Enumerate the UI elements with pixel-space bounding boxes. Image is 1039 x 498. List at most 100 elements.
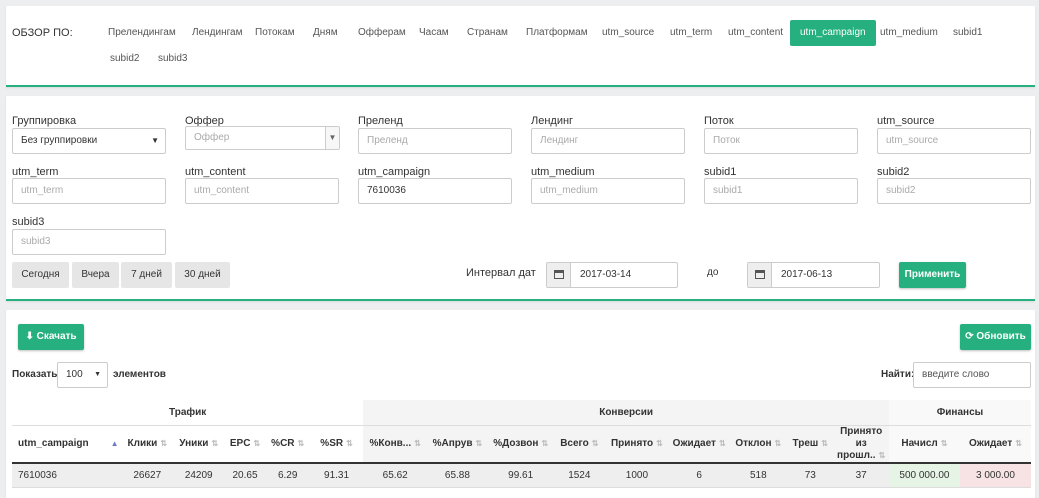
utm-content-input[interactable]: utm_content <box>185 178 339 204</box>
download-label: Скачать <box>36 331 77 342</box>
utm-term-label: utm_term <box>12 166 59 178</box>
filters-card: Группировка Без группировки ▼ Оффер Оффе… <box>6 96 1035 301</box>
utm-source-input[interactable]: utm_source <box>877 128 1031 154</box>
tab-landings[interactable]: Лендингам <box>182 20 252 46</box>
utm-content-label: utm_content <box>185 166 246 178</box>
cell-accepted-prev: 37 <box>833 463 889 488</box>
sort-icon: ⇅ <box>475 438 483 448</box>
page-size-value: 100 <box>66 369 83 380</box>
utm-term-input[interactable]: utm_term <box>12 178 166 204</box>
tab-subid3[interactable]: subid3 <box>148 46 197 72</box>
tab-subid2[interactable]: subid2 <box>100 46 149 72</box>
download-button[interactable]: ⬇ Скачать <box>18 324 84 350</box>
cell-uniques: 24209 <box>173 463 225 488</box>
overview-card: ОБЗОР ПО: Прелендингам Лендингам Потокам… <box>6 6 1035 87</box>
stream-label: Поток <box>704 115 734 127</box>
col-pending[interactable]: Ожидает ⇅ <box>668 425 730 464</box>
col-utm-campaign[interactable]: utm_campaign ▲ <box>12 425 122 464</box>
tab-offers[interactable]: Офферам <box>348 20 416 46</box>
sort-icon: ⇅ <box>253 438 261 448</box>
col-cr[interactable]: %CR ⇅ <box>265 425 310 464</box>
refresh-icon: ⟳ <box>965 331 974 342</box>
col-approve[interactable]: %Апрув ⇅ <box>427 425 488 464</box>
utm-medium-input[interactable]: utm_medium <box>531 178 685 204</box>
utm-medium-label: utm_medium <box>531 166 595 178</box>
search-input[interactable]: введите слово <box>913 362 1031 388</box>
tab-subid1[interactable]: subid1 <box>943 20 992 46</box>
tab-utm-content[interactable]: utm_content <box>718 20 793 46</box>
tab-countries[interactable]: Странам <box>457 20 518 46</box>
sort-icon: ⇅ <box>346 438 353 448</box>
col-clicks[interactable]: Клики ⇅ <box>121 425 173 464</box>
tab-utm-source[interactable]: utm_source <box>592 20 664 46</box>
sort-icon: ⇅ <box>591 438 599 448</box>
cell-accrued: 500 000.00 <box>888 463 960 488</box>
date-from-addon[interactable] <box>547 263 571 287</box>
chevron-down-icon: ▼ <box>151 136 159 145</box>
page-size-select[interactable]: 100 ▼ <box>57 362 108 388</box>
subid3-label: subid3 <box>12 216 45 228</box>
report-card: ⬇ Скачать ⟳ Обновить Показать 100 ▼ элем… <box>6 310 1035 498</box>
yesterday-button[interactable]: Вчера <box>72 262 119 288</box>
apply-button[interactable]: Применить <box>899 262 966 288</box>
col-dial[interactable]: %Дозвон ⇅ <box>487 425 554 464</box>
tab-utm-medium[interactable]: utm_medium <box>870 20 948 46</box>
cell-dial: 99.61 <box>487 463 554 488</box>
grouping-value: Без группировки <box>21 135 98 146</box>
table-row[interactable]: 7610036 26627 24209 20.65 6.29 91.31 65.… <box>12 463 1031 488</box>
tab-utm-campaign[interactable]: utm_campaign <box>790 20 876 46</box>
col-uniques[interactable]: Уники ⇅ <box>173 425 225 464</box>
sort-icon: ⇅ <box>1015 438 1022 448</box>
offer-combobox[interactable]: Оффер ▼ <box>185 126 340 150</box>
col-total[interactable]: Всего ⇅ <box>553 425 606 464</box>
subid1-input[interactable]: subid1 <box>704 178 858 204</box>
tab-prelandings[interactable]: Прелендингам <box>98 20 186 46</box>
chevron-down-icon[interactable]: ▼ <box>325 127 339 149</box>
tab-days[interactable]: Дням <box>303 20 348 46</box>
tab-utm-term[interactable]: utm_term <box>660 20 722 46</box>
subid2-label: subid2 <box>877 166 910 178</box>
tab-hours[interactable]: Часам <box>409 20 459 46</box>
date-from-field[interactable]: 2017-03-14 <box>546 262 678 288</box>
utm-campaign-input[interactable]: 7610036 <box>358 178 512 204</box>
utm-source-label: utm_source <box>877 115 935 127</box>
tab-streams[interactable]: Потокам <box>245 20 305 46</box>
col-accepted[interactable]: Принято ⇅ <box>605 425 669 464</box>
month-button[interactable]: 30 дней <box>175 262 230 288</box>
report-table: Трафик Конверсии Финансы utm_campaign ▲ К… <box>12 400 1031 488</box>
date-to-field[interactable]: 2017-06-13 <box>747 262 880 288</box>
utm-campaign-label: utm_campaign <box>358 166 431 178</box>
subid2-input[interactable]: subid2 <box>877 178 1031 204</box>
col-accrued[interactable]: Начисл ⇅ <box>888 425 960 464</box>
col-conv[interactable]: %Конв... ⇅ <box>363 425 428 464</box>
landing-input[interactable]: Лендинг <box>531 128 685 154</box>
week-button[interactable]: 7 дней <box>121 262 172 288</box>
refresh-button[interactable]: ⟳ Обновить <box>960 324 1031 350</box>
col-epc[interactable]: EPC ⇅ <box>224 425 266 464</box>
calendar-icon <box>554 270 564 279</box>
cell-conv: 65.62 <box>363 463 428 488</box>
date-to-addon[interactable] <box>748 263 772 287</box>
today-button[interactable]: Сегодня <box>12 262 69 288</box>
col-sr[interactable]: %SR ⇅ <box>309 425 364 464</box>
sort-icon: ⇅ <box>656 438 663 448</box>
cell-trash: 73 <box>787 463 834 488</box>
calendar-icon <box>755 270 765 279</box>
tab-platforms[interactable]: Платформам <box>516 20 598 46</box>
chevron-down-icon: ▼ <box>94 371 101 378</box>
col-accepted-prev[interactable]: Принято из прошл.. ⇅ <box>833 425 889 464</box>
sort-icon: ⇅ <box>821 438 828 448</box>
col-trash[interactable]: Треш ⇅ <box>787 425 834 464</box>
stream-input[interactable]: Поток <box>704 128 858 154</box>
elements-label: элементов <box>113 369 166 380</box>
prelend-input[interactable]: Преленд <box>358 128 512 154</box>
col-rejected[interactable]: Отклон ⇅ <box>729 425 788 464</box>
grouping-label: Группировка <box>12 115 77 127</box>
sort-icon: ⇅ <box>940 438 948 448</box>
group-conversions: Конверсии <box>363 400 889 426</box>
sort-icon: ⇅ <box>878 450 886 460</box>
col-fin-pending[interactable]: Ожидает ⇅ <box>959 425 1031 464</box>
subid3-input[interactable]: subid3 <box>12 229 166 255</box>
grouping-select[interactable]: Без группировки ▼ <box>12 128 166 154</box>
cell-accepted: 1000 <box>605 463 669 488</box>
